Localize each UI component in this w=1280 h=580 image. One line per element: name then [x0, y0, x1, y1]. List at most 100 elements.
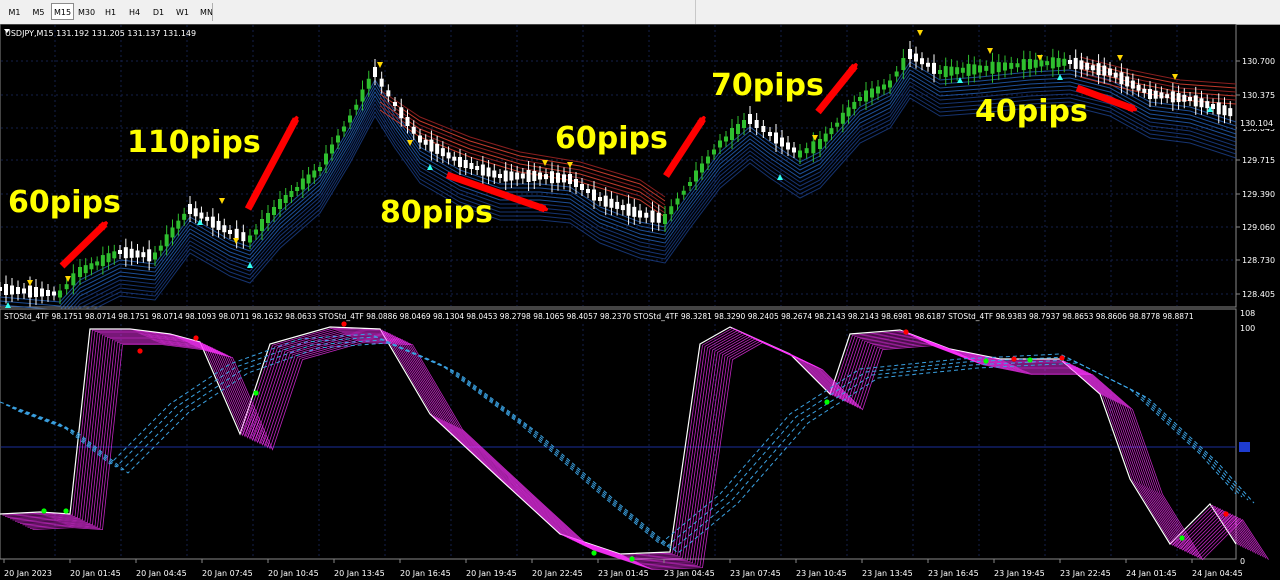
cross-dot: [1059, 355, 1065, 361]
cross-dot: [1011, 356, 1017, 362]
candle-body: [306, 174, 311, 184]
candle-body: [914, 53, 918, 62]
candle-body: [615, 201, 620, 209]
candle-body: [28, 285, 32, 298]
candle-body: [222, 225, 227, 233]
candle-body: [984, 65, 989, 71]
cross-dot: [253, 390, 259, 396]
candle-body: [544, 174, 548, 180]
candle-body: [1085, 62, 1090, 70]
candle-body: [354, 104, 359, 110]
cross-dot: [1223, 511, 1229, 517]
toolbar-separator: [212, 3, 213, 21]
candle-body: [248, 235, 252, 243]
candle-body: [829, 128, 834, 135]
candle-body: [423, 139, 428, 145]
candle-body: [858, 97, 862, 101]
timeframe-button-mn[interactable]: MN: [195, 3, 218, 20]
candle-body: [106, 253, 111, 263]
candle-body: [938, 70, 942, 74]
time-label: 20 Jan 13:45: [334, 569, 385, 578]
candle-body: [1045, 61, 1050, 66]
candle-body: [1050, 57, 1055, 69]
time-label: 20 Jan 10:45: [268, 569, 319, 578]
candle-body: [1062, 58, 1067, 66]
price-label: 129.390: [1242, 190, 1275, 199]
candle-body: [718, 140, 722, 148]
candle-body: [295, 187, 300, 191]
candle-body: [135, 250, 140, 258]
candle-body: [1205, 101, 1210, 109]
price-pane[interactable]: USDJPY,M15 131.192 131.205 131.137 131.1…: [0, 24, 1237, 339]
candle-body: [1176, 93, 1181, 103]
timeframe-button-m5[interactable]: M5: [27, 3, 50, 20]
price-label: 129.715: [1242, 156, 1275, 165]
candle-body: [46, 290, 50, 296]
candle-body: [379, 78, 384, 87]
candle-body: [818, 139, 822, 149]
candle-body: [1165, 94, 1170, 99]
candle-body: [730, 128, 734, 140]
candle-body: [1056, 58, 1061, 68]
symbol-header: USDJPY,M15 131.192 131.205 131.137 131.1…: [5, 29, 196, 38]
candle-body: [4, 284, 8, 295]
candle-body: [342, 126, 346, 132]
candle-body: [440, 148, 445, 157]
candle-body: [852, 101, 857, 109]
candle-body: [926, 62, 930, 67]
timeframe-button-m30[interactable]: M30: [75, 3, 98, 20]
timeframe-button-d1[interactable]: D1: [147, 3, 170, 20]
timeframe-button-h4[interactable]: H4: [123, 3, 146, 20]
candle-body: [761, 126, 766, 132]
candle-body: [901, 58, 906, 70]
toolbar-separator: [695, 0, 696, 24]
candle-body: [681, 190, 686, 195]
candle-body: [972, 64, 977, 75]
candle-body: [182, 213, 187, 220]
candle-body: [480, 164, 485, 176]
timeframe-toolbar: M1 M5 M15 M30 H1 H4 D1 W1 MN: [0, 0, 1280, 25]
candle-body: [446, 152, 451, 159]
candle-body: [960, 67, 965, 73]
timeframe-button-m15[interactable]: M15: [51, 3, 74, 20]
osc-level-marker: [1239, 442, 1250, 452]
candle-body: [509, 171, 514, 181]
candle-body: [1079, 60, 1084, 70]
candle-body: [943, 66, 948, 78]
candle-body: [638, 210, 642, 218]
candle-body: [526, 170, 531, 182]
candle-body: [486, 167, 491, 177]
candle-body: [882, 84, 886, 90]
candle-body: [1142, 88, 1147, 93]
candle-body: [768, 132, 772, 136]
osc-top-label: 100: [1240, 324, 1255, 333]
candle-body: [580, 184, 584, 190]
time-label: 20 Jan 2023: [4, 569, 52, 578]
candle-body: [300, 178, 305, 190]
candle-body: [1113, 72, 1118, 78]
candle-body: [118, 250, 122, 254]
timeframe-button-h1[interactable]: H1: [99, 3, 122, 20]
candle-body: [966, 63, 971, 76]
candle-body: [1148, 89, 1152, 99]
oscillator-pane[interactable]: STOStd_4TF 98.1751 98.0714 98.1751 98.07…: [0, 308, 1269, 571]
chart-window[interactable]: USDJPY,M15 131.192 131.205 131.137 131.1…: [0, 24, 1280, 580]
time-label: 20 Jan 19:45: [466, 569, 517, 578]
pips-annotation: 110pips: [127, 125, 261, 160]
timeframe-button-m1[interactable]: M1: [3, 3, 26, 20]
candle-body: [373, 67, 377, 77]
candle-body: [458, 157, 462, 167]
candle-body: [644, 212, 649, 218]
candle-body: [405, 117, 410, 126]
time-label: 23 Jan 10:45: [796, 569, 847, 578]
candle-body: [675, 198, 680, 205]
cross-dot: [1027, 357, 1033, 363]
candle-body: [266, 213, 270, 223]
candle-body: [626, 203, 631, 216]
candle-body: [435, 143, 440, 154]
current-price-label: 130.104: [1240, 119, 1273, 128]
candle-body: [278, 199, 282, 209]
price-axis: 130.700130.375130.045129.715129.390129.0…: [1236, 57, 1280, 299]
candle-body: [574, 179, 578, 187]
timeframe-button-w1[interactable]: W1: [171, 3, 194, 20]
